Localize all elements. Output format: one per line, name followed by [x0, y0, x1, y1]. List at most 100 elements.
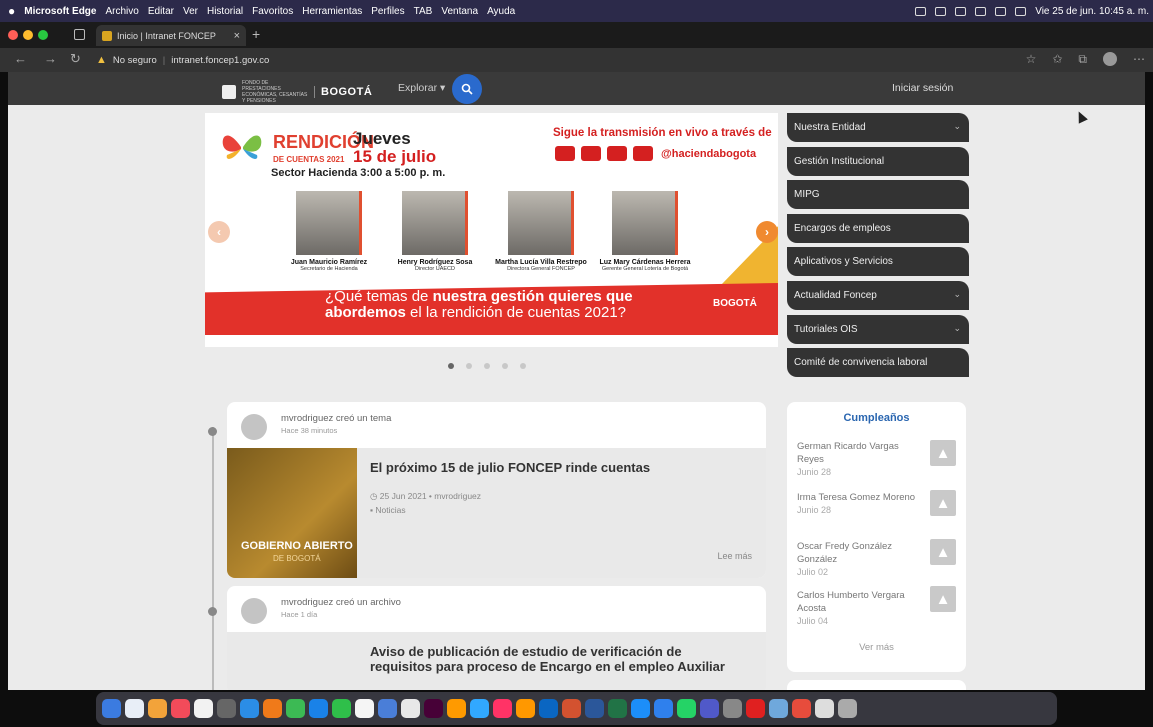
menu-editar[interactable]: Editar	[148, 6, 174, 17]
menu-perfiles[interactable]: Perfiles	[371, 6, 404, 17]
trash-icon[interactable]	[838, 699, 857, 718]
menu-favoritos[interactable]: Favoritos	[252, 6, 293, 17]
menu-item-encargos[interactable]: Encargos de empleos	[787, 213, 969, 243]
post-image[interactable]: GOBIERNO ABIERTO DE BOGOTÁ	[227, 448, 357, 578]
excel-icon[interactable]	[608, 699, 627, 718]
avatar[interactable]	[241, 598, 267, 624]
menu-item-tutoriales[interactable]: Tutoriales OIS ⌄	[787, 314, 969, 344]
vscode-icon[interactable]	[654, 699, 673, 718]
tab-close-icon[interactable]: ×	[234, 30, 240, 42]
read-more-link[interactable]: Lee más	[717, 551, 752, 561]
menu-item-comite[interactable]: Comité de convivencia laboral	[787, 348, 969, 378]
battery-icon[interactable]	[975, 6, 987, 16]
profile-avatar-icon[interactable]	[1103, 52, 1117, 66]
office-icon[interactable]	[792, 699, 811, 718]
new-tab-icon[interactable]: +	[252, 26, 260, 42]
menu-item-gestion-institucional[interactable]: Gestión Institucional	[787, 146, 969, 176]
more-icon[interactable]: ⋯	[1133, 52, 1145, 67]
login-link[interactable]: Iniciar sesión	[892, 82, 953, 94]
appstore-icon[interactable]	[631, 699, 650, 718]
zoom-window-button[interactable]	[38, 30, 48, 40]
file-icon[interactable]	[815, 699, 834, 718]
menu-ayuda[interactable]: Ayuda	[487, 6, 515, 17]
tab-actions-icon[interactable]	[74, 29, 85, 40]
menu-archivo[interactable]: Archivo	[105, 6, 138, 17]
wifi-icon[interactable]	[995, 6, 1007, 16]
forward-icon[interactable]: →	[44, 51, 57, 66]
favorites-icon[interactable]: ✩	[1052, 52, 1062, 67]
menu-item-mipg[interactable]: MIPG	[787, 180, 969, 210]
carousel-prev-button[interactable]: ‹	[208, 221, 230, 243]
launchpad-icon[interactable]	[125, 699, 144, 718]
minimize-window-button[interactable]	[23, 30, 33, 40]
avatar[interactable]	[241, 414, 267, 440]
acrobat-icon[interactable]	[746, 699, 765, 718]
clock[interactable]: Vie 25 de jun. 10:45 a. m.	[1035, 6, 1149, 17]
apple-icon[interactable]: ●	[8, 4, 15, 18]
post-title[interactable]: El próximo 15 de julio FONCEP rinde cuen…	[370, 460, 650, 475]
post-title[interactable]: Aviso de publicación de estudio de verif…	[370, 644, 740, 674]
carousel-next-button[interactable]: ›	[756, 221, 778, 243]
tab-active[interactable]: Inicio | Intranet FONCEP ×	[96, 25, 246, 46]
reload-icon[interactable]: ↻	[70, 51, 81, 67]
close-window-button[interactable]	[8, 30, 18, 40]
whatsapp-icon[interactable]	[677, 699, 696, 718]
powerpoint-icon[interactable]	[562, 699, 581, 718]
gmail-icon[interactable]	[401, 699, 420, 718]
post-body[interactable]: Aviso de publicación de estudio de verif…	[227, 632, 766, 690]
illustrator-icon[interactable]	[447, 699, 466, 718]
notes-icon[interactable]	[217, 699, 236, 718]
menu-tab[interactable]: TAB	[414, 6, 433, 17]
post-action[interactable]: mvrodriguez creó un archivo	[281, 597, 401, 608]
record-icon[interactable]	[955, 6, 967, 16]
facetime-icon[interactable]	[332, 699, 351, 718]
post-action[interactable]: mvrodriguez creó un tema	[281, 413, 391, 424]
menu-item-actualidad[interactable]: Actualidad Foncep ⌄	[787, 280, 969, 310]
carousel-dot[interactable]	[448, 363, 454, 369]
sublime-icon[interactable]	[516, 699, 535, 718]
post-category[interactable]: Noticias	[375, 505, 405, 515]
photos-icon[interactable]	[148, 699, 167, 718]
teams-icon[interactable]	[700, 699, 719, 718]
explore-menu[interactable]: Explorar ▾	[398, 82, 445, 94]
calendar-icon[interactable]	[194, 699, 213, 718]
preview-icon[interactable]	[769, 699, 788, 718]
word-icon[interactable]	[585, 699, 604, 718]
spotlight-icon[interactable]	[1015, 6, 1027, 16]
favorite-star-icon[interactable]: ☆	[1026, 52, 1037, 67]
keynote-icon[interactable]	[378, 699, 397, 718]
back-icon[interactable]: ←	[14, 51, 27, 66]
outlook-icon[interactable]	[539, 699, 558, 718]
see-more-link[interactable]: Ver más	[787, 642, 966, 653]
menu-item-aplicativos[interactable]: Aplicativos y Servicios	[787, 247, 969, 277]
system-icon[interactable]	[723, 699, 742, 718]
menu-item-nuestra-entidad[interactable]: Nuestra Entidad ⌄	[787, 113, 969, 142]
menu-app-name[interactable]: Microsoft Edge	[24, 6, 96, 17]
menu-historial[interactable]: Historial	[207, 6, 243, 17]
carousel-dot[interactable]	[520, 363, 526, 369]
site-logo[interactable]: FONDO DE PRESTACIONES ECONÓMICAS, CESANT…	[222, 80, 372, 104]
carousel-dot[interactable]	[466, 363, 472, 369]
indesign-icon[interactable]	[493, 699, 512, 718]
post-body[interactable]: GOBIERNO ABIERTO DE BOGOTÁ El próximo 15…	[227, 448, 766, 578]
screen-icon[interactable]	[935, 6, 947, 16]
finder-icon[interactable]	[102, 699, 121, 718]
safari-icon[interactable]	[240, 699, 259, 718]
firefox-icon[interactable]	[263, 699, 282, 718]
photoshop-icon[interactable]	[470, 699, 489, 718]
collections-icon[interactable]: ⧉	[1078, 52, 1087, 67]
carousel-dot[interactable]	[502, 363, 508, 369]
chrome-icon[interactable]	[286, 699, 305, 718]
search-button[interactable]	[452, 74, 482, 104]
reminders-icon[interactable]	[355, 699, 374, 718]
menu-herramientas[interactable]: Herramientas	[302, 6, 362, 17]
address-field[interactable]: ▲ No seguro | intranet.foncep1.gov.co	[96, 51, 269, 69]
xd-icon[interactable]	[424, 699, 443, 718]
menu-ver[interactable]: Ver	[183, 6, 198, 17]
cloud-icon[interactable]	[915, 6, 927, 16]
music-icon[interactable]	[171, 699, 190, 718]
carousel-banner[interactable]: RENDICIÓN DE CUENTAS 2021 Jueves 15 de ju…	[205, 113, 778, 347]
carousel-dot[interactable]	[484, 363, 490, 369]
menu-ventana[interactable]: Ventana	[441, 6, 478, 17]
edge-icon[interactable]	[309, 699, 328, 718]
